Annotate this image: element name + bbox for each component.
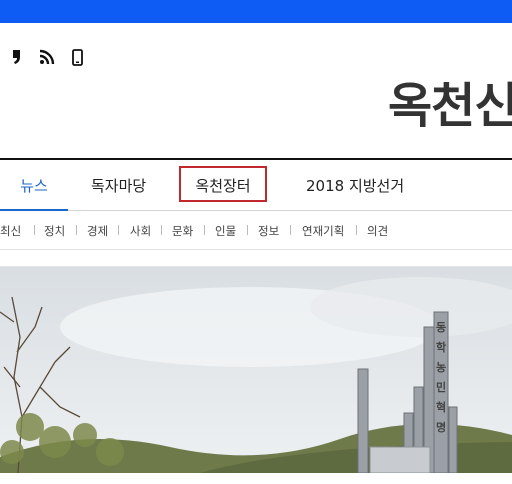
rss-icon[interactable]	[38, 47, 56, 67]
sub-nav-divider	[34, 225, 35, 235]
nav-item-market[interactable]: 옥천장터	[179, 166, 267, 202]
sub-nav: 최신 정치 경제 사회 문화 인물 정보 연재기획 의견	[0, 211, 512, 250]
sub-nav-divider	[76, 225, 77, 235]
mobile-icon[interactable]	[68, 47, 86, 67]
sub-nav-item[interactable]: 정치	[44, 223, 65, 239]
sub-nav-divider	[290, 225, 291, 235]
sub-nav-item[interactable]: 인물	[215, 223, 236, 239]
sub-nav-item[interactable]: 의견	[367, 223, 388, 239]
quote-icon[interactable]	[8, 47, 26, 67]
sub-nav-divider	[356, 225, 357, 235]
sub-nav-divider	[118, 225, 119, 235]
sub-nav-item[interactable]: 문화	[172, 223, 193, 239]
sub-nav-item[interactable]: 사회	[130, 223, 151, 239]
nav-item-readers[interactable]: 독자마당	[91, 160, 146, 210]
sub-nav-divider	[204, 225, 205, 235]
section-gap	[0, 250, 512, 267]
nav-item-news[interactable]: 뉴스	[0, 160, 68, 211]
sub-nav-item[interactable]: 연재기획	[302, 223, 344, 239]
sub-nav-item[interactable]: 정보	[258, 223, 279, 239]
top-blue-bar	[0, 0, 512, 23]
page-bottom	[0, 473, 512, 484]
main-nav: 뉴스 독자마당 옥천장터 2018 지방선거	[0, 160, 512, 211]
sub-nav-divider	[161, 225, 162, 235]
sub-nav-item[interactable]: 최신	[0, 223, 21, 239]
featured-photo[interactable]: 동학농민혁명	[0, 267, 512, 473]
site-logo[interactable]: 옥천신	[388, 66, 512, 136]
sub-nav-divider	[247, 225, 248, 235]
utility-icons	[8, 47, 86, 67]
sub-nav-item[interactable]: 경제	[87, 223, 108, 239]
nav-item-election[interactable]: 2018 지방선거	[306, 160, 404, 210]
